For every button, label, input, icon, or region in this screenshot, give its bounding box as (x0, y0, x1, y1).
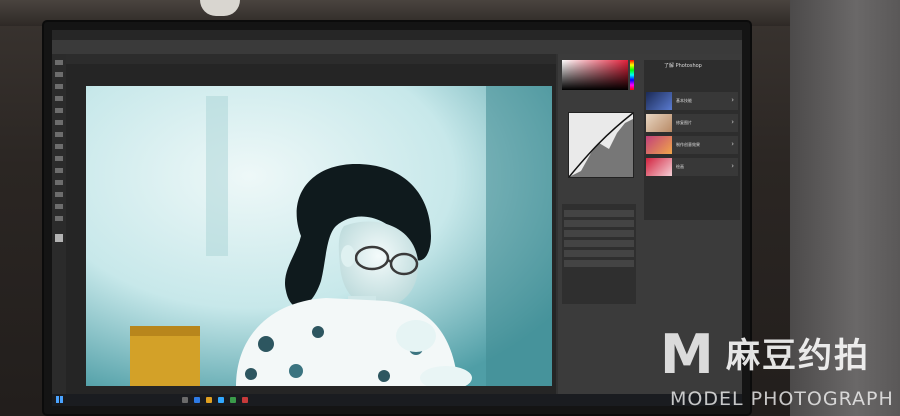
watermark-english-text: MODEL PHOTOGRAPH (670, 388, 894, 410)
learn-item-label: 基本技能 (676, 98, 692, 103)
gradient-tool-icon[interactable] (55, 168, 63, 173)
learn-item-basic-skills[interactable]: 基本技能 › (646, 92, 738, 110)
color-swatch-icon[interactable] (55, 234, 63, 242)
brush-tool-icon[interactable] (55, 132, 63, 137)
taskbar-app-icon[interactable] (242, 397, 248, 403)
type-tool-icon[interactable] (55, 192, 63, 197)
layer-row[interactable] (564, 250, 634, 257)
options-bar[interactable] (52, 40, 742, 54)
tools-panel (52, 54, 66, 394)
marquee-tool-icon[interactable] (55, 72, 63, 77)
learn-item-creative-effects[interactable]: 制作创意效果 › (646, 136, 738, 154)
learn-thumb (646, 136, 672, 154)
learn-panel-title: 了解 Photoshop (664, 63, 702, 69)
move-tool-icon[interactable] (55, 60, 63, 65)
learn-item-label: 绘画 (676, 164, 684, 169)
learn-thumb (646, 114, 672, 132)
taskbar-app-icon[interactable] (194, 397, 200, 403)
eyedropper-tool-icon[interactable] (55, 108, 63, 113)
document-tab[interactable] (66, 54, 556, 64)
windows-start-icon[interactable] (56, 396, 63, 403)
watermark-chinese-text: 麻豆约拍 (726, 336, 870, 376)
hue-slider[interactable] (630, 60, 634, 90)
right-panels: 了解 Photoshop 基本技能 › 修复图片 › 制作创意效果 › 绘画 › (558, 54, 742, 394)
taskbar-app-icon[interactable] (182, 397, 188, 403)
learn-photoshop-panel: 了解 Photoshop 基本技能 › 修复图片 › 制作创意效果 › 绘画 › (644, 60, 740, 220)
chevron-right-icon: › (731, 96, 734, 104)
portrait-photo (86, 86, 552, 386)
chevron-right-icon: › (731, 162, 734, 170)
learn-item-label: 修复图片 (676, 120, 692, 125)
curves-properties[interactable] (568, 112, 634, 178)
taskbar-app-icon[interactable] (206, 397, 212, 403)
learn-thumb (646, 158, 672, 176)
layer-row[interactable] (564, 260, 634, 267)
layer-row[interactable] (564, 210, 634, 217)
photoshop-taskbar-icon[interactable] (218, 397, 224, 403)
learn-thumb (646, 92, 672, 110)
hand-tool-icon[interactable] (55, 204, 63, 209)
color-picker[interactable] (562, 60, 628, 90)
taskbar-app-icon[interactable] (230, 397, 236, 403)
chevron-right-icon: › (731, 118, 734, 126)
stamp-tool-icon[interactable] (55, 144, 63, 149)
layer-row[interactable] (564, 240, 634, 247)
layer-row[interactable] (564, 230, 634, 237)
zoom-tool-icon[interactable] (55, 216, 63, 221)
photoshop-window: 了解 Photoshop 基本技能 › 修复图片 › 制作创意效果 › 绘画 › (52, 30, 742, 406)
crop-tool-icon[interactable] (55, 96, 63, 101)
windows-taskbar (52, 394, 742, 406)
layer-row[interactable] (564, 220, 634, 227)
chevron-right-icon: › (731, 140, 734, 148)
canvas-area[interactable] (66, 64, 556, 394)
curve-graph (568, 112, 634, 178)
watermark-logo-letter: M (660, 323, 714, 386)
monitor: 了解 Photoshop 基本技能 › 修复图片 › 制作创意效果 › 绘画 › (44, 22, 750, 414)
healing-tool-icon[interactable] (55, 120, 63, 125)
learn-item-fix-photo[interactable]: 修复图片 › (646, 114, 738, 132)
learn-item-painting[interactable]: 绘画 › (646, 158, 738, 176)
layers-panel (562, 204, 636, 304)
photo-canvas (86, 86, 552, 386)
lasso-tool-icon[interactable] (55, 84, 63, 89)
learn-item-label: 制作创意效果 (676, 142, 700, 147)
eraser-tool-icon[interactable] (55, 156, 63, 161)
pen-tool-icon[interactable] (55, 180, 63, 185)
menu-bar[interactable] (52, 30, 742, 40)
